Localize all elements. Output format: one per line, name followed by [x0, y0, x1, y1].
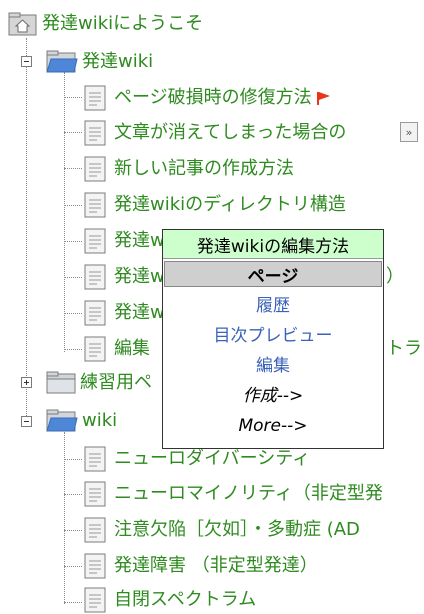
- document-icon: [84, 192, 106, 218]
- tree-item[interactable]: 編集: [84, 335, 150, 363]
- document-icon: [84, 264, 106, 290]
- page-context-popup: 発達wikiの編集方法 ページ 履歴 目次プレビュー 編集 作成--> More…: [162, 229, 384, 449]
- item-link[interactable]: 編集: [114, 338, 150, 360]
- tree-line: [64, 241, 82, 242]
- document-icon: [84, 300, 106, 326]
- folder-link[interactable]: 発達wiki: [82, 51, 153, 73]
- item-link[interactable]: ニューロマイノリティ（非定型発: [114, 483, 383, 505]
- tree-line: [64, 168, 82, 169]
- document-icon: [84, 120, 106, 146]
- document-icon: [84, 228, 106, 254]
- tree-folder-hattatsu[interactable]: 発達wiki: [46, 48, 153, 76]
- tree-item[interactable]: 文章が消えてしまった場合の: [84, 119, 346, 147]
- tree-line: [64, 494, 82, 495]
- tree-line: [64, 349, 82, 350]
- document-icon: [84, 553, 106, 579]
- document-icon: [84, 85, 106, 111]
- document-icon: [84, 481, 106, 507]
- tree-line: [64, 432, 65, 604]
- tree-line: [64, 459, 82, 460]
- tree-item[interactable]: ページ破損時の修復方法: [84, 84, 330, 112]
- collapse-toggle[interactable]: [21, 416, 32, 427]
- tree-line: [64, 205, 82, 206]
- more-submenu[interactable]: More-->: [163, 411, 383, 441]
- expand-toggle[interactable]: [21, 377, 32, 388]
- document-icon: [84, 587, 106, 613]
- tree-line: [64, 277, 82, 278]
- item-link[interactable]: 発達wikiのディレクトリ構造: [114, 194, 346, 216]
- tree-line: [26, 38, 27, 422]
- item-link[interactable]: 発達w: [114, 266, 165, 288]
- tree-item[interactable]: ニューロマイノリティ（非定型発: [84, 480, 383, 508]
- item-link[interactable]: 文章が消えてしまった場合の: [114, 122, 346, 144]
- item-link[interactable]: ニューロダイバーシティ: [114, 448, 310, 470]
- tree-item[interactable]: 新しい記事の作成方法: [84, 155, 294, 183]
- popup-section-header: ページ: [164, 261, 382, 287]
- item-link-tail[interactable]: トラ: [386, 335, 422, 363]
- document-icon: [84, 446, 106, 472]
- item-link[interactable]: 注意欠陥［欠如］・多動症 (AD: [114, 519, 360, 541]
- tree-line: [64, 72, 65, 352]
- tree-line: [64, 602, 82, 603]
- tree-item[interactable]: 注意欠陥［欠如］・多動症 (AD: [84, 516, 360, 544]
- expand-more-button[interactable]: »: [400, 122, 418, 142]
- item-link-tail[interactable]: ）: [386, 263, 404, 291]
- collapse-toggle[interactable]: [21, 56, 32, 67]
- tree-line: [64, 566, 82, 567]
- item-link[interactable]: 発達w: [114, 302, 165, 324]
- tree-folder-practice[interactable]: 練習用ペ: [46, 369, 152, 397]
- toc-preview-link[interactable]: 目次プレビュー: [163, 321, 383, 351]
- folder-icon: [46, 371, 76, 394]
- tree-folder-wiki[interactable]: wiki: [46, 407, 117, 435]
- item-link[interactable]: 新しい記事の作成方法: [114, 158, 294, 180]
- home-folder-icon: [8, 12, 37, 36]
- folder-link[interactable]: 練習用ペ: [80, 372, 152, 394]
- tree-line: [64, 97, 82, 98]
- tree-root[interactable]: 発達wikiにようこそ: [8, 10, 203, 38]
- document-icon: [84, 336, 106, 362]
- popup-title: 発達wikiの編集方法: [163, 230, 383, 259]
- tree-item[interactable]: 自閉スペクトラム: [84, 586, 256, 614]
- folder-open-icon: [46, 50, 78, 73]
- tree-item[interactable]: ニューロダイバーシティ: [84, 445, 310, 473]
- create-submenu[interactable]: 作成-->: [163, 381, 383, 411]
- item-link[interactable]: 自閉スペクトラム: [114, 589, 256, 611]
- history-link[interactable]: 履歴: [163, 291, 383, 321]
- red-flag-icon: [316, 92, 330, 105]
- tree-item[interactable]: 発達wikiのディレクトリ構造: [84, 191, 346, 219]
- tree-line: [64, 132, 82, 133]
- tree-item[interactable]: 発達w: [84, 299, 165, 327]
- item-link[interactable]: 発達w: [114, 230, 165, 252]
- item-link[interactable]: 発達障害 （非定型発達）: [114, 555, 318, 577]
- item-link[interactable]: ページ破損時の修復方法: [114, 87, 312, 109]
- tree-item[interactable]: 発達w: [84, 263, 165, 291]
- tree-item[interactable]: 発達w: [84, 227, 165, 255]
- tree-line: [64, 313, 82, 314]
- tree-line: [64, 530, 82, 531]
- document-icon: [84, 156, 106, 182]
- tree-item[interactable]: 発達障害 （非定型発達）: [84, 552, 318, 580]
- document-icon: [84, 517, 106, 543]
- root-link[interactable]: 発達wikiにようこそ: [42, 13, 203, 35]
- folder-open-icon: [46, 409, 78, 432]
- edit-link[interactable]: 編集: [163, 351, 383, 381]
- folder-link[interactable]: wiki: [82, 410, 117, 432]
